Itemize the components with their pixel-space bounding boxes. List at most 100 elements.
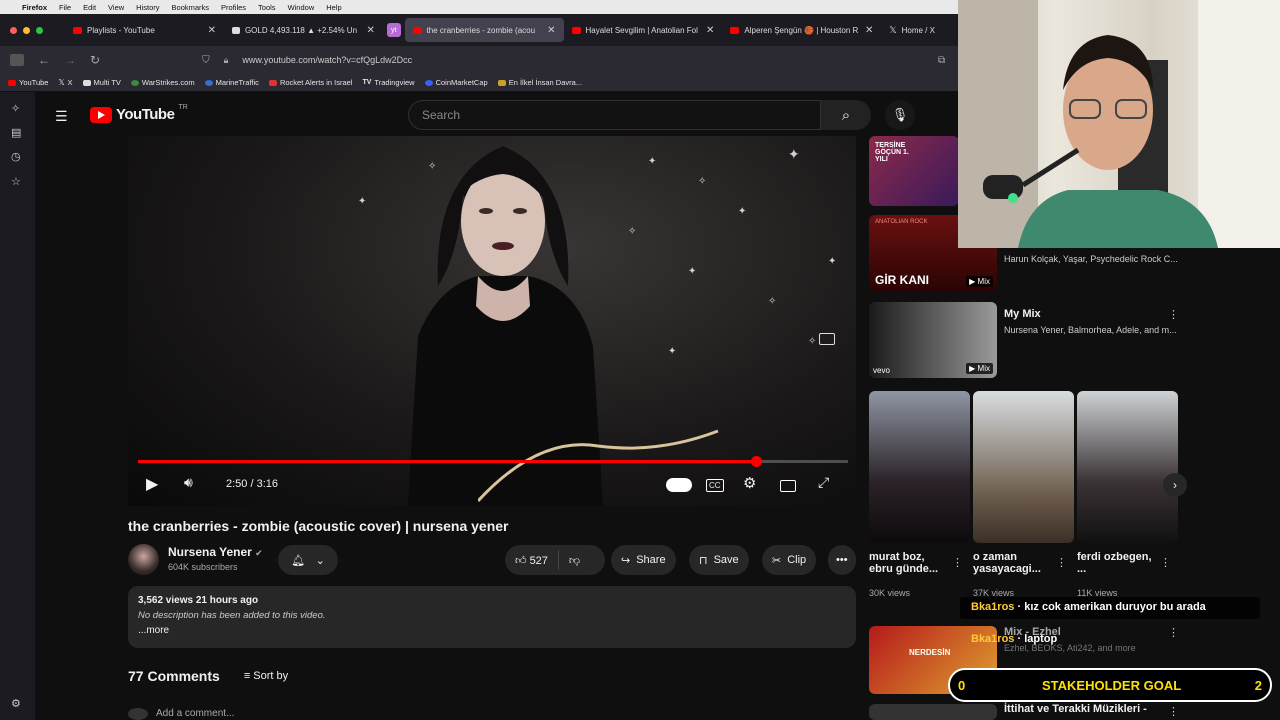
tab-hayalet[interactable]: Hayalet Sevgilim | Anatolian Fol ✕ (564, 18, 723, 42)
close-tab-icon[interactable]: ✕ (547, 25, 555, 36)
bookmark-rocket-alerts[interactable]: Rocket Alerts in Israel (268, 78, 352, 87)
rec-thumbnail-my-mix[interactable]: vevo ▶ Mix (869, 302, 997, 378)
short-title-3[interactable]: ferdi ozbegen, ... (1077, 551, 1157, 575)
more-vertical-icon[interactable]: ⋮ (1160, 556, 1171, 569)
rec-title-ittihat[interactable]: İttihat ve Terakki Müzikleri - (1004, 703, 1147, 715)
tab-gold[interactable]: GOLD 4,493.118 ▲ +2.54% Un ✕ (224, 18, 383, 42)
menu-hamburger-icon[interactable]: ☰ (55, 108, 68, 125)
tab-title: GOLD 4,493.118 ▲ +2.54% Un (244, 25, 358, 35)
dislike-button[interactable]: 👎︎ (569, 554, 580, 567)
theater-mode-icon[interactable] (780, 480, 796, 492)
show-more-link[interactable]: ...more (138, 625, 846, 636)
more-vertical-icon[interactable]: ⋮ (952, 556, 963, 569)
volume-icon[interactable]: 🔊︎ (184, 474, 193, 491)
minimize-window-button[interactable] (23, 26, 30, 34)
close-tab-icon[interactable]: ✕ (366, 25, 374, 36)
tv-icon (82, 79, 91, 86)
voice-search-button[interactable]: 🎙︎ (885, 100, 915, 130)
bookmark-warstrikes[interactable]: WarStrikes.com (130, 78, 195, 87)
thumbnail-text: TERSİNE GÖÇÜN 1. YILI (875, 142, 909, 163)
add-comment-row[interactable]: Add a comment... (128, 708, 234, 720)
bookmark-tradingview[interactable]: TV Tradingview (362, 78, 414, 87)
globe-icon (130, 79, 139, 86)
rec-thumbnail-tersine[interactable]: TERSİNE GÖÇÜN 1. YILI (869, 136, 959, 206)
search-input[interactable]: Search (408, 100, 821, 130)
tab-alperen[interactable]: Alperen Şengün 🏀 | Houston R ✕ (722, 18, 881, 42)
play-icon[interactable]: ▶ (146, 474, 158, 494)
like-button[interactable]: 👍︎ 527 (515, 554, 548, 567)
miniplayer-icon[interactable] (819, 333, 835, 345)
tab-cranberries[interactable]: the cranberries - zombie (acou ✕ (404, 18, 564, 42)
bookmark-youtube[interactable]: YouTube (8, 78, 48, 87)
search-button[interactable]: ⌕ (821, 100, 871, 130)
menu-profiles[interactable]: Profiles (221, 3, 246, 12)
forward-icon[interactable]: → (64, 53, 76, 67)
ai-sparkle-icon[interactable]: ✧ (11, 102, 20, 115)
tab-x-home[interactable]: 𝕏 Home / X (881, 18, 960, 42)
bookmarks-star-icon[interactable]: ☆ (11, 175, 21, 188)
bookmark-marinetraffic[interactable]: MarineTraffic (204, 78, 259, 87)
menu-history[interactable]: History (136, 3, 159, 12)
menu-edit[interactable]: Edit (83, 3, 96, 12)
more-vertical-icon[interactable]: ⋮ (1168, 626, 1179, 639)
youtube-logo[interactable]: YouTube TR (90, 104, 188, 123)
menu-view[interactable]: View (108, 3, 124, 12)
clip-button[interactable]: ✂ Clip (762, 545, 817, 575)
close-tab-icon[interactable]: ✕ (706, 25, 714, 36)
menu-app[interactable]: Firefox (22, 3, 47, 12)
rec-thumbnail-ittihat[interactable] (869, 704, 997, 720)
bookmark-multitv[interactable]: Multi TV (82, 78, 121, 87)
short-thumbnail-2[interactable] (973, 391, 1074, 543)
channel-name[interactable]: Nursena Yener ✔︎ (168, 545, 263, 559)
more-vertical-icon[interactable]: ⋮ (1168, 705, 1179, 718)
close-tab-icon[interactable]: ✕ (865, 25, 873, 36)
settings-gear-icon[interactable]: ⚙ (11, 697, 21, 710)
description-box[interactable]: 3,562 views 21 hours ago No description … (128, 586, 856, 648)
channel-avatar[interactable] (128, 544, 159, 575)
reload-icon[interactable]: ↻ (90, 53, 100, 67)
settings-gear-icon[interactable]: ⚙ (743, 474, 756, 492)
picture-in-picture-icon[interactable]: ⧉ (938, 55, 945, 66)
short-thumbnail-1[interactable] (869, 391, 970, 543)
rec-channels: Harun Kolçak, Yaşar, Psychedelic Rock C.… (1004, 254, 1178, 264)
captions-icon[interactable]: CC (706, 479, 724, 492)
history-icon[interactable]: ◷ (11, 150, 21, 163)
progress-scrubber[interactable] (750, 456, 762, 467)
more-vertical-icon[interactable]: ⋮ (1168, 308, 1179, 321)
more-vertical-icon[interactable]: ⋮ (1056, 556, 1067, 569)
menu-help[interactable]: Help (326, 3, 341, 12)
sidebar-toggle-icon[interactable] (10, 54, 24, 66)
more-actions-button[interactable]: ••• (828, 545, 856, 575)
yt-extension-icon[interactable]: yt (386, 23, 401, 37)
menu-window[interactable]: Window (288, 3, 315, 12)
rec-title-my-mix[interactable]: My Mix (1004, 308, 1041, 320)
subscribed-bell-button[interactable]: 🔔︎ ⌄ (278, 545, 338, 575)
short-thumbnail-3[interactable] (1077, 391, 1178, 543)
synced-tabs-icon[interactable]: ▤ (11, 126, 21, 139)
back-icon[interactable]: ← (38, 53, 50, 67)
save-button[interactable]: ⊓ Save (689, 545, 749, 575)
bookmark-x[interactable]: 𝕏X (58, 78, 72, 87)
close-window-button[interactable] (10, 26, 17, 34)
close-tab-icon[interactable]: ✕ (208, 25, 216, 36)
video-player[interactable]: ✦ ✧ ✦ ✦ ✧ ✦ ✧ ✦ ✧ ✦ ✧ ✦ ▶ 🔊︎ 2:50 / 3:16 CC ⚙ ⤢ (128, 136, 856, 506)
progress-bar[interactable] (138, 456, 848, 467)
add-comment-input[interactable]: Add a comment... (156, 708, 234, 720)
shorts-next-button[interactable]: › (1163, 473, 1187, 497)
autoplay-toggle[interactable] (666, 478, 692, 492)
share-button[interactable]: ↪ Share (611, 545, 676, 575)
shield-icon[interactable]: ⛉ (202, 55, 210, 66)
tab-playlists[interactable]: Playlists - YouTube ✕ (65, 18, 224, 42)
bookmark-coinmarketcap[interactable]: CoinMarketCap (424, 78, 488, 87)
menu-bookmarks[interactable]: Bookmarks (172, 3, 210, 12)
short-title-2[interactable]: o zaman yasayacagi... (973, 551, 1053, 575)
address-bar[interactable]: www.youtube.com/watch?v=cfQgLdw2Dcc (242, 55, 412, 65)
zoom-window-button[interactable] (36, 26, 43, 34)
menu-file[interactable]: File (59, 3, 71, 12)
bookmark-insan[interactable]: En İlkel İnsan Davra... (497, 78, 582, 87)
fullscreen-icon[interactable]: ⤢ (818, 474, 829, 491)
menu-tools[interactable]: Tools (258, 3, 276, 12)
like-dislike-group: 👍︎ 527 👎︎ (505, 545, 605, 575)
short-title-1[interactable]: murat boz, ebru günde... (869, 551, 949, 575)
sort-by-button[interactable]: ≡ Sort by (244, 670, 288, 682)
